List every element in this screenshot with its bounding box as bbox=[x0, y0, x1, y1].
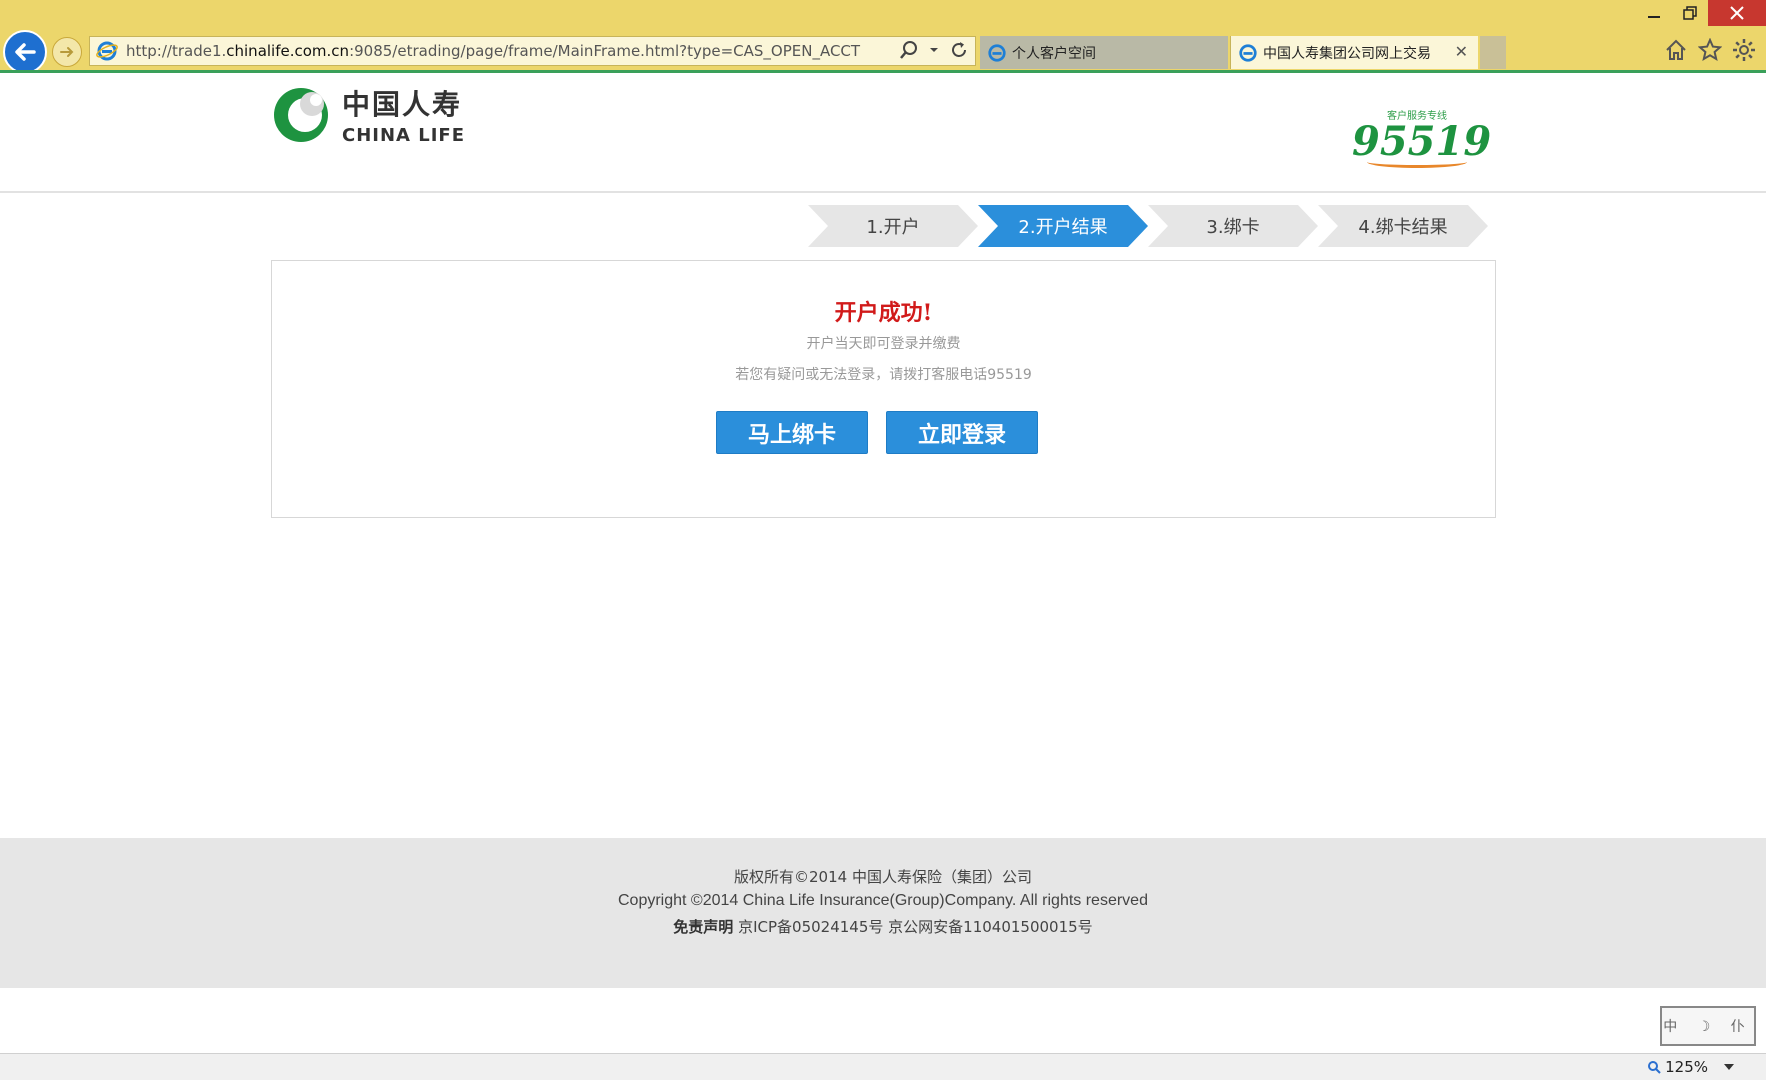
tab-customer-space[interactable]: 个人客户空间 bbox=[980, 36, 1228, 69]
zoom-control[interactable]: 125% bbox=[1647, 1058, 1736, 1076]
disclaimer-link[interactable]: 免责声明 bbox=[673, 918, 733, 936]
tab-label: 个人客户空间 bbox=[1012, 45, 1096, 62]
address-url: http://trade1.chinalife.com.cn:9085/etra… bbox=[126, 42, 861, 60]
login-info-text: 开户当天即可登录并缴费 bbox=[806, 336, 961, 352]
new-tab-button[interactable] bbox=[1480, 36, 1506, 69]
ie-icon bbox=[1237, 42, 1259, 64]
tab-label: 中国人寿集团公司网上交易 bbox=[1263, 45, 1431, 62]
service-hotline: 客户服务专线 95519 bbox=[1352, 107, 1492, 168]
gear-icon[interactable] bbox=[1732, 38, 1756, 62]
close-tab-icon[interactable]: ✕ bbox=[1455, 42, 1468, 61]
help-info-text: 若您有疑问或无法登录，请拨打客服电话95519 bbox=[735, 367, 1032, 383]
ie-icon bbox=[986, 42, 1008, 64]
step-bind-result: 4.绑卡结果 bbox=[1318, 205, 1488, 247]
hotline-number: 95519 bbox=[1352, 118, 1492, 165]
back-arrow-icon bbox=[15, 43, 36, 61]
home-icon[interactable] bbox=[1664, 38, 1688, 62]
footer-legal: 免责声明 京ICP备05024145号 京公网安备110401500015号 bbox=[0, 916, 1766, 937]
minimize-button[interactable] bbox=[1636, 0, 1672, 26]
step-open-account: 1.开户 bbox=[808, 205, 978, 247]
restore-button[interactable] bbox=[1672, 0, 1708, 26]
china-life-logo[interactable]: 中国人寿 CHINA LIFE bbox=[272, 83, 465, 146]
back-button[interactable] bbox=[3, 30, 47, 74]
logo-chinese-text: 中国人寿 bbox=[342, 88, 463, 121]
address-bar[interactable]: http://trade1.chinalife.com.cn:9085/etra… bbox=[89, 36, 976, 66]
forward-arrow-icon bbox=[60, 47, 74, 57]
chevron-down-icon[interactable] bbox=[1722, 1062, 1736, 1072]
result-panel: 开户成功! 开户当天即可登录并缴费 若您有疑问或无法登录，请拨打客服电话9551… bbox=[271, 260, 1496, 518]
search-icon[interactable] bbox=[899, 40, 919, 60]
china-life-emblem-icon bbox=[274, 87, 328, 142]
chevron-down-icon[interactable] bbox=[929, 45, 939, 55]
favorites-star-icon[interactable] bbox=[1698, 38, 1722, 62]
minimize-icon bbox=[1648, 16, 1660, 18]
logo-english-text: CHINA LIFE bbox=[342, 125, 465, 146]
forward-button[interactable] bbox=[52, 37, 82, 67]
status-bar: 125% bbox=[0, 1053, 1766, 1080]
step-open-result: 2.开户结果 bbox=[978, 205, 1148, 247]
restore-icon bbox=[1683, 6, 1697, 20]
icp-record: 京ICP备05024145号 京公网安备110401500015号 bbox=[738, 918, 1093, 936]
close-window-button[interactable] bbox=[1708, 0, 1766, 26]
zoom-magnifier-icon bbox=[1648, 1061, 1661, 1074]
bind-card-button[interactable]: 马上绑卡 bbox=[716, 411, 868, 454]
step-bind-card: 3.绑卡 bbox=[1148, 205, 1318, 247]
site-header: 中国人寿 CHINA LIFE 客户服务专线 95519 bbox=[0, 73, 1766, 193]
copyright-en: Copyright ©2014 China Life Insurance(Gro… bbox=[618, 892, 1148, 909]
input-method-indicator[interactable]: 中 ☽ 仆 bbox=[1660, 1006, 1756, 1046]
browser-toolbar: http://trade1.chinalife.com.cn:9085/etra… bbox=[0, 0, 1766, 74]
progress-steps: 1.开户 2.开户结果 3.绑卡 4.绑卡结果 bbox=[808, 205, 1488, 247]
ie-icon bbox=[94, 39, 120, 63]
close-icon bbox=[1730, 6, 1744, 20]
zoom-level: 125% bbox=[1665, 1058, 1708, 1076]
copyright-cn: 版权所有©2014 中国人寿保险（集团）公司 bbox=[734, 868, 1032, 886]
success-title: 开户成功! bbox=[834, 300, 933, 326]
refresh-icon[interactable] bbox=[949, 40, 969, 60]
tab-online-trading[interactable]: 中国人寿集团公司网上交易 ✕ bbox=[1230, 36, 1478, 69]
login-now-button[interactable]: 立即登录 bbox=[886, 411, 1038, 454]
site-footer: 版权所有©2014 中国人寿保险（集团）公司 Copyright ©2014 C… bbox=[0, 838, 1766, 988]
